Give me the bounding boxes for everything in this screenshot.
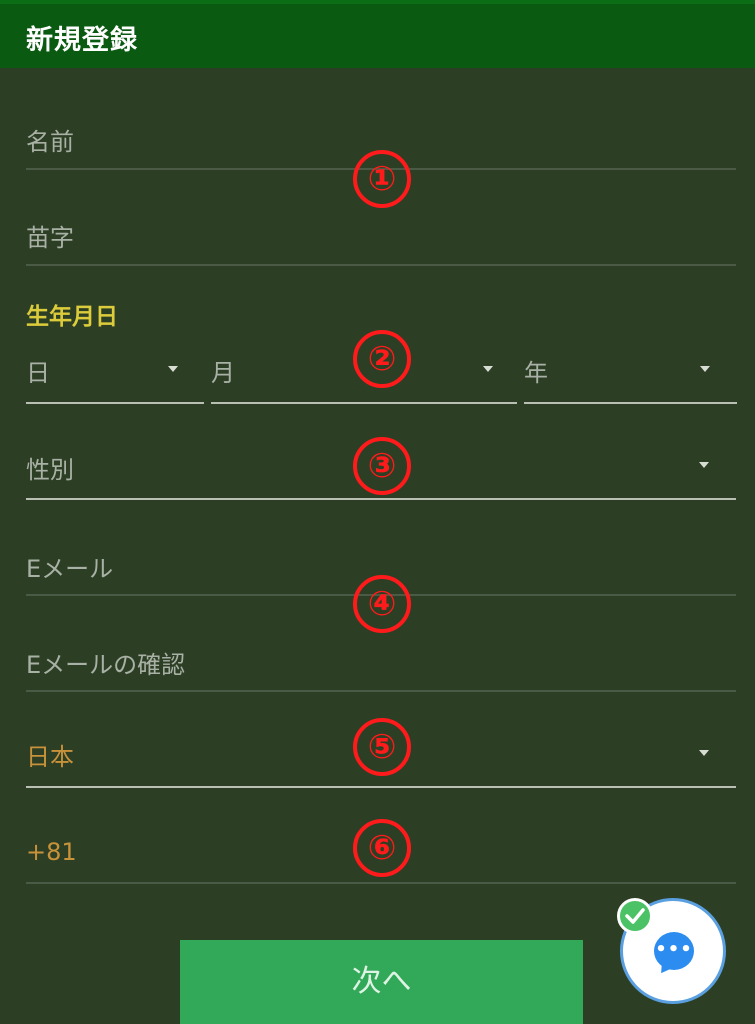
year-select-placeholder: 年 [524, 359, 548, 387]
chevron-down-icon [700, 366, 710, 372]
page-title: 新規登録 [26, 25, 138, 56]
email-placeholder: Eメール [26, 555, 114, 583]
email-confirm-placeholder: Eメールの確認 [26, 651, 186, 679]
gender-select-placeholder: 性別 [26, 456, 74, 484]
annotation-marker-2: ② [353, 330, 411, 388]
annotation-marker-1: ① [353, 150, 411, 208]
chevron-down-icon [699, 750, 709, 756]
phone-prefix: +81 [26, 838, 77, 866]
check-mark-svg [625, 908, 645, 924]
annotation-marker-3: ③ [353, 437, 411, 495]
header-bar: 新規登録 [0, 0, 755, 68]
last-name-placeholder: 苗字 [26, 224, 74, 252]
annotation-marker-4: ④ [353, 575, 411, 633]
month-select-placeholder: 月 [211, 359, 235, 387]
country-select-value: 日本 [26, 743, 74, 771]
check-icon [617, 898, 653, 934]
annotation-marker-6: ⑥ [353, 819, 411, 877]
chat-dots: ••• [655, 939, 693, 960]
registration-page: 新規登録 名前 苗字 生年月日 日 月 年 性別 Eメール Eメールの確認 日本 [0, 0, 755, 1024]
day-select-placeholder: 日 [26, 359, 50, 387]
first-name-placeholder: 名前 [26, 128, 74, 156]
next-button[interactable]: 次へ [180, 940, 583, 1024]
email-confirm-field[interactable]: Eメールの確認 [26, 630, 736, 692]
birthday-label: 生年月日 [26, 304, 118, 330]
chevron-down-icon [168, 366, 178, 372]
year-select[interactable]: 年 [524, 340, 737, 404]
chevron-down-icon [699, 462, 709, 468]
chevron-down-icon [483, 366, 493, 372]
last-name-field[interactable]: 苗字 [26, 208, 736, 266]
day-select[interactable]: 日 [26, 340, 204, 404]
annotation-marker-5: ⑤ [353, 718, 411, 776]
chat-bubble-icon: ••• [654, 932, 694, 970]
